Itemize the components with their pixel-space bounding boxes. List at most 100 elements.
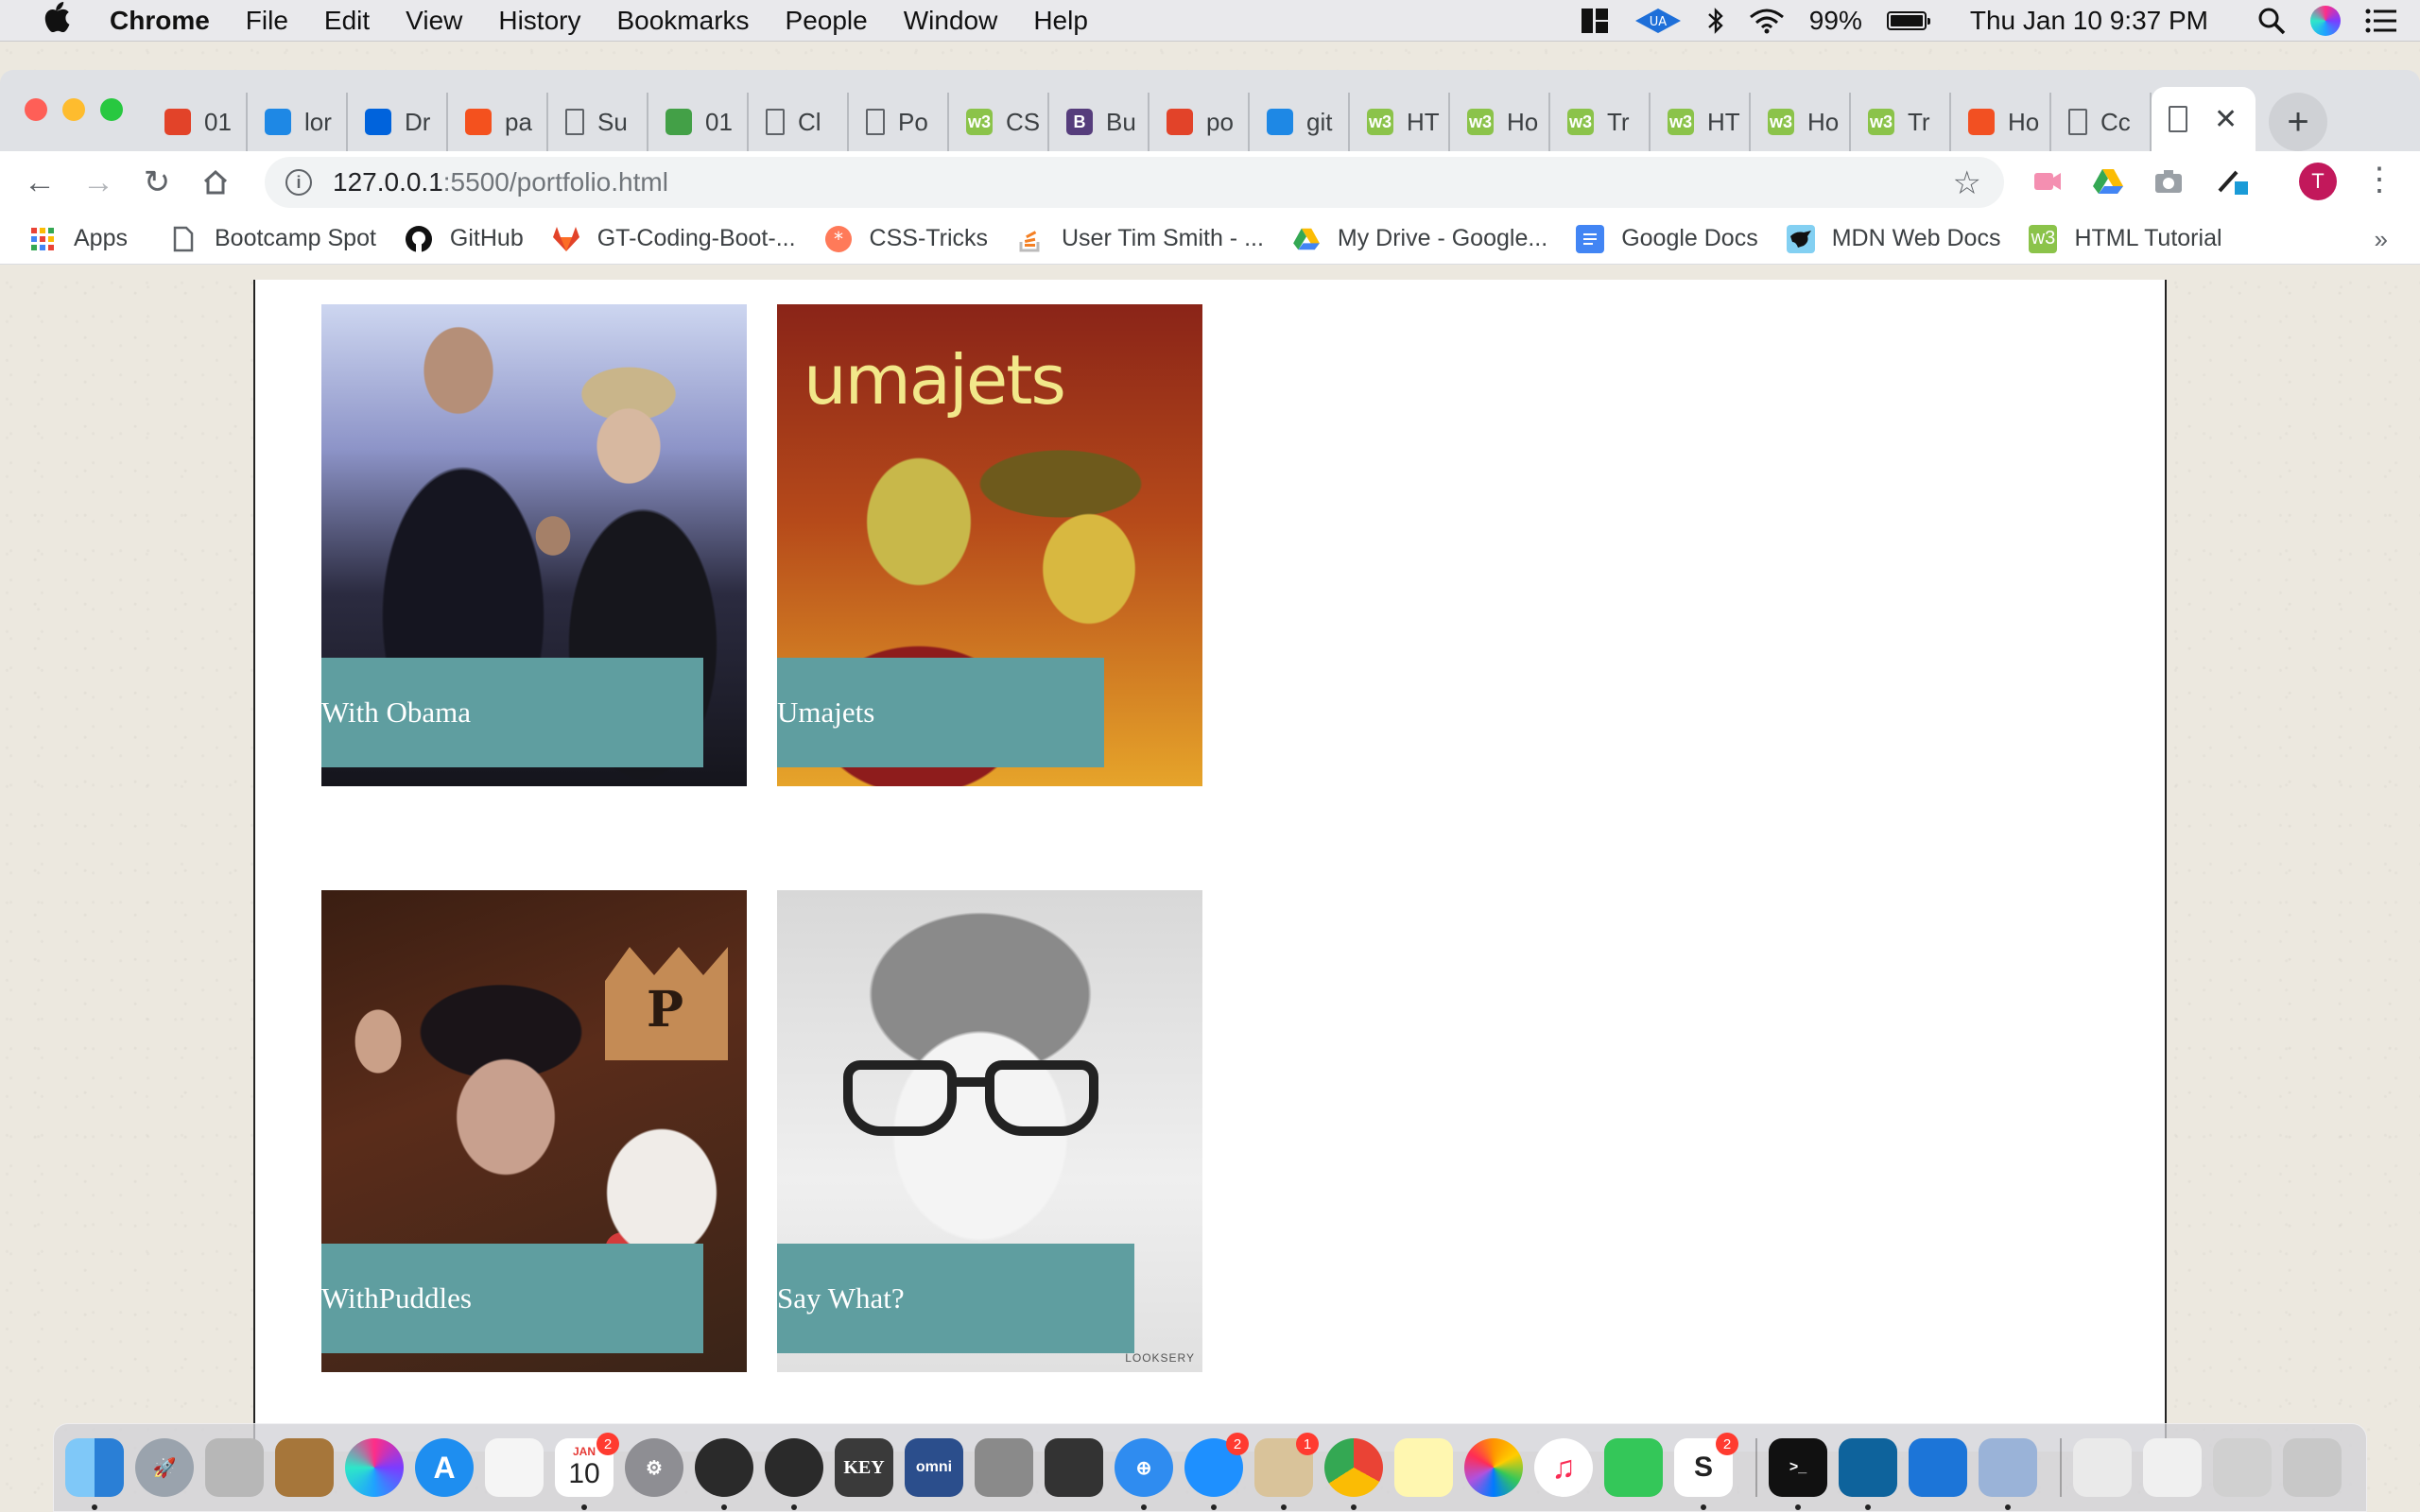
- forward-button[interactable]: →: [79, 163, 117, 201]
- facetime-icon[interactable]: [1604, 1438, 1663, 1497]
- colorpicker-extension-icon[interactable]: [2214, 163, 2252, 200]
- documents-stack-icon[interactable]: [2143, 1438, 2202, 1497]
- screenshot-icon[interactable]: [975, 1438, 1033, 1497]
- browser-tab[interactable]: w3 CS: [949, 93, 1049, 151]
- wifi-icon[interactable]: [1749, 7, 1785, 35]
- menu-help[interactable]: Help: [1033, 6, 1088, 36]
- bookmarks-overflow-button[interactable]: »: [2375, 225, 2388, 254]
- new-tab-button[interactable]: +: [2269, 93, 2327, 151]
- safari-icon[interactable]: ⊕: [1115, 1438, 1173, 1510]
- browser-tab[interactable]: Ho: [1951, 93, 2051, 151]
- mail-icon[interactable]: 1: [1254, 1433, 1319, 1510]
- spotlight-search-icon[interactable]: [2257, 7, 2286, 35]
- browser-tab[interactable]: w3 Tr: [1851, 93, 1951, 151]
- menu-window[interactable]: Window: [904, 6, 998, 36]
- chrome-icon[interactable]: [1324, 1438, 1383, 1510]
- xcode-icon[interactable]: [1909, 1438, 1967, 1497]
- browser-tab[interactable]: B Bu: [1049, 93, 1150, 151]
- siri-icon[interactable]: [345, 1438, 404, 1497]
- screenshot-extension-icon[interactable]: [2150, 163, 2187, 200]
- browser-tab[interactable]: 01: [648, 93, 749, 151]
- notification-center-icon[interactable]: [2365, 7, 2397, 35]
- siri-icon[interactable]: [2310, 6, 2341, 36]
- menu-people[interactable]: People: [786, 6, 868, 36]
- browser-tab[interactable]: w3 HT: [1651, 93, 1751, 151]
- portfolio-card[interactable]: umajets Umajets: [777, 304, 1202, 786]
- universal-audio-icon[interactable]: UA: [1634, 7, 1683, 35]
- portfolio-card[interactable]: P WithPuddles: [321, 890, 747, 1372]
- preview-icon[interactable]: [1979, 1438, 2037, 1510]
- profile-avatar[interactable]: T: [2299, 163, 2337, 200]
- bookmark-github[interactable]: GitHub: [405, 225, 524, 253]
- menu-history[interactable]: History: [498, 6, 580, 36]
- screenshots-stack-icon[interactable]: [2213, 1438, 2272, 1497]
- messages-icon[interactable]: 2: [1184, 1433, 1249, 1510]
- portfolio-card[interactable]: LOOKSERY Say What?: [777, 890, 1202, 1372]
- back-button[interactable]: ←: [21, 163, 59, 201]
- apple-menu-icon[interactable]: [38, 1, 76, 40]
- browser-tab[interactable]: Cc: [2051, 93, 2152, 151]
- zoom-window-button[interactable]: [100, 98, 123, 121]
- reminders-icon[interactable]: [485, 1438, 544, 1497]
- browser-tab[interactable]: Po: [849, 93, 949, 151]
- browser-tab[interactable]: po: [1150, 93, 1250, 151]
- bookmark-google-docs[interactable]: Google Docs: [1576, 224, 1758, 253]
- audio-utility-icon[interactable]: [1045, 1438, 1103, 1497]
- launchpad-icon[interactable]: 🚀: [135, 1438, 194, 1497]
- menu-edit[interactable]: Edit: [324, 6, 370, 36]
- menubar-clock[interactable]: Thu Jan 10 9:37 PM: [1970, 6, 2208, 36]
- bookmark-bootcamp-spot[interactable]: Bootcamp Spot: [169, 225, 376, 253]
- slack-icon[interactable]: S 2: [1674, 1433, 1738, 1510]
- itunes-icon[interactable]: ♫: [1534, 1438, 1593, 1497]
- close-tab-icon[interactable]: ✕: [2214, 103, 2238, 136]
- browser-tab[interactable]: lor: [248, 93, 348, 151]
- portfolio-card[interactable]: With Obama: [321, 304, 747, 786]
- screencastify-extension-icon[interactable]: [2029, 163, 2066, 200]
- browser-tab[interactable]: pa: [448, 93, 548, 151]
- system-preferences-icon[interactable]: ⚙: [625, 1438, 683, 1497]
- close-window-button[interactable]: [25, 98, 47, 121]
- bookmark-apps[interactable]: Apps: [28, 225, 128, 253]
- chrome-menu-icon[interactable]: ⋮: [2363, 161, 2395, 198]
- browser-tab[interactable]: w3 Tr: [1550, 93, 1651, 151]
- window-layout-icon[interactable]: [1581, 7, 1609, 35]
- bookmark-stackoverflow[interactable]: User Tim Smith - ...: [1016, 225, 1264, 253]
- calendar-icon[interactable]: JAN 10 2: [555, 1433, 619, 1510]
- menu-app-name[interactable]: Chrome: [110, 6, 210, 36]
- browser-tab[interactable]: 01: [147, 93, 248, 151]
- notes-icon[interactable]: [1394, 1438, 1453, 1497]
- menu-view[interactable]: View: [406, 6, 462, 36]
- bookmark-mdn[interactable]: MDN Web Docs: [1786, 224, 2000, 253]
- menu-file[interactable]: File: [246, 6, 288, 36]
- browser-tab[interactable]: Su: [548, 93, 648, 151]
- vscode-icon[interactable]: [1839, 1438, 1897, 1510]
- bookmark-css-tricks[interactable]: * CSS-Tricks: [824, 225, 988, 253]
- minimize-window-button[interactable]: [62, 98, 85, 121]
- bookmark-gitlab[interactable]: GT-Coding-Boot-...: [552, 225, 796, 253]
- bookmark-w3schools[interactable]: w3 HTML Tutorial: [2029, 224, 2222, 253]
- google-drive-extension-icon[interactable]: [2089, 163, 2127, 200]
- downloads-stack-icon[interactable]: [2073, 1438, 2132, 1497]
- browser-tab[interactable]: Dr: [348, 93, 448, 151]
- home-button[interactable]: [197, 163, 234, 201]
- address-bar[interactable]: i 127.0.0.1:5500/portfolio.html ☆: [265, 157, 2004, 208]
- terminal-icon[interactable]: >_: [1769, 1438, 1827, 1510]
- trash-icon[interactable]: [2283, 1438, 2342, 1497]
- finder-icon[interactable]: [65, 1438, 124, 1510]
- bookmark-star-icon[interactable]: ☆: [1953, 164, 1981, 202]
- omnisphere-icon[interactable]: omni: [905, 1438, 963, 1497]
- bookmark-google-drive[interactable]: My Drive - Google...: [1292, 225, 1547, 253]
- browser-tab[interactable]: w3 Ho: [1751, 93, 1851, 151]
- keynote-icon[interactable]: KEY: [835, 1438, 893, 1497]
- utility-icon[interactable]: [205, 1438, 264, 1497]
- app-store-icon[interactable]: A: [415, 1438, 474, 1497]
- active-browser-tab[interactable]: ✕: [2152, 87, 2256, 151]
- battery-icon[interactable]: [1886, 7, 1930, 35]
- menu-bookmarks[interactable]: Bookmarks: [616, 6, 749, 36]
- site-info-icon[interactable]: i: [285, 169, 312, 196]
- notebook-icon[interactable]: [275, 1438, 334, 1497]
- browser-tab[interactable]: w3 HT: [1350, 93, 1450, 151]
- browser-tab[interactable]: w3 Ho: [1450, 93, 1550, 151]
- ua-meter-icon[interactable]: [765, 1438, 823, 1510]
- bluetooth-icon[interactable]: [1707, 7, 1724, 35]
